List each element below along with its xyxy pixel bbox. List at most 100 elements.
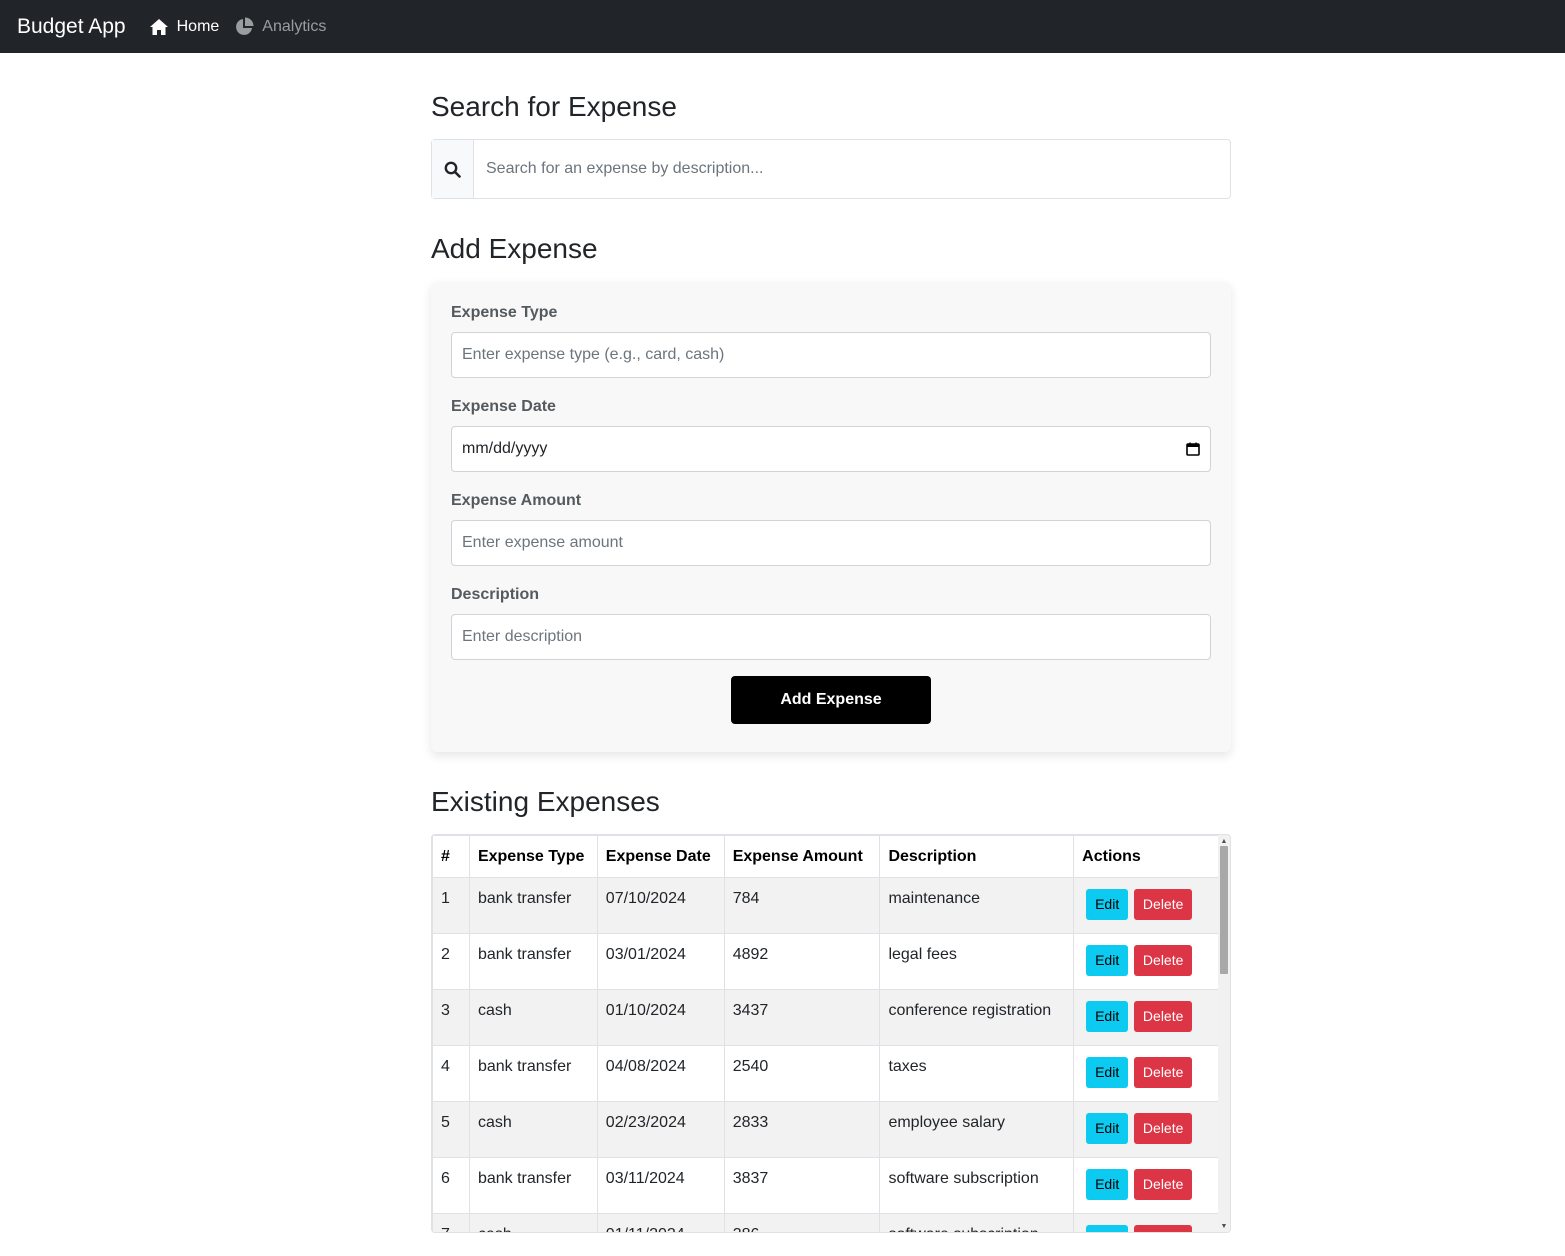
home-icon: [149, 18, 169, 36]
column-header-amount: Expense Amount: [723, 835, 881, 878]
nav-analytics-label: Analytics: [262, 17, 327, 35]
row-description: legal fees: [879, 933, 1075, 990]
edit-button[interactable]: Edit: [1086, 1169, 1129, 1200]
edit-button[interactable]: Edit: [1086, 1001, 1129, 1032]
scroll-down-arrow-icon[interactable]: ▼: [1218, 1220, 1230, 1232]
row-description: taxes: [879, 1045, 1075, 1102]
table-row: 4 bank transfer 04/08/2024 2540 taxes Edit Del…: [432, 1045, 1219, 1102]
description-label: Description: [451, 586, 540, 603]
row-description: employee salary: [879, 1101, 1075, 1158]
row-actions: EditDelete: [1073, 1101, 1219, 1158]
row-number: 3: [432, 989, 470, 1046]
column-header-description: Description: [879, 835, 1075, 878]
row-expense-date: 03/01/2024: [596, 933, 725, 990]
search-input[interactable]: [474, 140, 1230, 198]
row-expense-amount: 784: [723, 877, 881, 934]
table-row: 5 cash 02/23/2024 2833 employee salary Edit De…: [432, 1101, 1219, 1158]
row-description: conference registration: [879, 989, 1075, 1046]
table-row: 7cash01/11/2024386software subscriptionE…: [432, 1213, 1219, 1232]
row-expense-type: cash: [468, 989, 598, 1046]
row-actions: Edit Delete: [1073, 1213, 1219, 1232]
nav-analytics-link[interactable]: Analytics: [234, 17, 326, 37]
search-heading: Search for Expense: [431, 91, 677, 122]
row-expense-amount: 3437: [723, 989, 881, 1046]
table-scrollbar[interactable]: ▲ ▼: [1218, 835, 1230, 1232]
edit-button[interactable]: Edit: [1086, 1225, 1129, 1232]
row-actions: EditDelete: [1073, 933, 1219, 990]
table-row: 3 cash 01/10/2024 3437 conference registrati…: [432, 989, 1219, 1046]
row-number: 2: [432, 933, 470, 990]
search-icon: [432, 140, 474, 198]
expense-date-input[interactable]: mm/dd/yyyy: [451, 426, 1211, 472]
description-input[interactable]: [451, 614, 1211, 660]
search-group: [431, 139, 1231, 199]
calendar-icon[interactable]: [1186, 442, 1200, 456]
expense-type-label: Expense Type: [451, 304, 558, 321]
delete-button[interactable]: Delete: [1134, 1057, 1193, 1088]
row-expense-date: 07/10/2024: [596, 877, 725, 934]
delete-button[interactable]: Delete: [1134, 945, 1193, 976]
nav-home-label: Home: [176, 17, 220, 35]
table-header-row: # Expense Type Expense Date Expense Amou…: [432, 835, 1219, 878]
nav-home-link[interactable]: Home: [149, 17, 220, 36]
add-expense-heading: Add Expense: [431, 233, 598, 264]
column-header-date: Expense Date: [596, 835, 725, 878]
row-expense-type: cash: [468, 1213, 598, 1232]
row-actions: EditDelete: [1073, 1157, 1219, 1214]
existing-expenses-heading: Existing Expenses: [431, 786, 660, 817]
row-expense-amount: 2833: [723, 1101, 881, 1158]
add-expense-form: Expense Type Expense Date mm/dd/yyyy Exp…: [431, 282, 1231, 752]
table-row: 6 bank transfer 03/11/2024 3837 software sub…: [432, 1157, 1219, 1214]
column-header-type: Expense Type: [468, 835, 598, 878]
row-actions: EditDelete: [1073, 1045, 1219, 1102]
row-actions: EditDelete: [1073, 877, 1219, 934]
row-description: maintenance: [879, 877, 1075, 934]
row-description: software subscription: [879, 1213, 1075, 1232]
edit-button[interactable]: Edit: [1086, 945, 1129, 976]
row-actions: EditDelete: [1073, 989, 1219, 1046]
row-number: 4: [432, 1045, 470, 1102]
row-expense-date: 02/23/2024: [596, 1101, 725, 1158]
row-number: 1: [432, 877, 470, 934]
row-number: 5: [432, 1101, 470, 1158]
expense-amount-input[interactable]: [451, 520, 1211, 566]
edit-button[interactable]: Edit: [1086, 1057, 1129, 1088]
row-expense-amount: 2540: [723, 1045, 881, 1102]
navbar: Budget App Home Analytics: [0, 0, 1565, 53]
row-expense-amount: 4892: [723, 933, 881, 990]
delete-button[interactable]: Delete: [1134, 1001, 1193, 1032]
column-header-actions: Actions: [1073, 835, 1219, 878]
row-expense-amount: 386: [723, 1213, 881, 1232]
row-expense-date: 01/10/2024: [596, 989, 725, 1046]
row-expense-amount: 3837: [723, 1157, 881, 1214]
row-expense-type: bank transfer: [468, 877, 598, 934]
expenses-table-container: # Expense Type Expense Date Expense Amou…: [431, 834, 1231, 1233]
pie-chart-icon: [234, 17, 254, 37]
expense-date-label: Expense Date: [451, 398, 556, 415]
row-expense-type: bank transfer: [468, 933, 598, 990]
delete-button[interactable]: Delete: [1134, 1225, 1193, 1232]
table-row: 2 bank transfer 03/01/2024 4892 legal fees Ed…: [432, 933, 1219, 990]
scrollbar-thumb[interactable]: [1220, 846, 1228, 974]
expense-date-placeholder: mm/dd/yyyy: [462, 440, 548, 457]
row-expense-date: 03/11/2024: [596, 1157, 725, 1214]
row-number: 6: [432, 1157, 470, 1214]
table-row: 1 bank transfer 07/10/2024 784 maintenance Ed…: [432, 877, 1219, 934]
expenses-table-body: 1 bank transfer 07/10/2024 784 maintenance Ed…: [432, 877, 1219, 1232]
row-expense-type: bank transfer: [468, 1045, 598, 1102]
row-expense-date: 04/08/2024: [596, 1045, 725, 1102]
expense-amount-label: Expense Amount: [451, 492, 582, 509]
edit-button[interactable]: Edit: [1086, 1113, 1129, 1144]
row-description: software subscription: [879, 1157, 1075, 1214]
delete-button[interactable]: Delete: [1134, 889, 1193, 920]
expenses-table: # Expense Type Expense Date Expense Amou…: [432, 835, 1219, 1232]
delete-button[interactable]: Delete: [1134, 1169, 1193, 1200]
row-number: 7: [432, 1213, 470, 1232]
column-header-number: #: [432, 835, 470, 878]
add-expense-button[interactable]: Add Expense: [731, 676, 931, 724]
expense-type-input[interactable]: [451, 332, 1211, 378]
row-expense-type: cash: [468, 1101, 598, 1158]
edit-button[interactable]: Edit: [1086, 889, 1129, 920]
delete-button[interactable]: Delete: [1134, 1113, 1193, 1144]
brand-title[interactable]: Budget App: [17, 15, 126, 39]
